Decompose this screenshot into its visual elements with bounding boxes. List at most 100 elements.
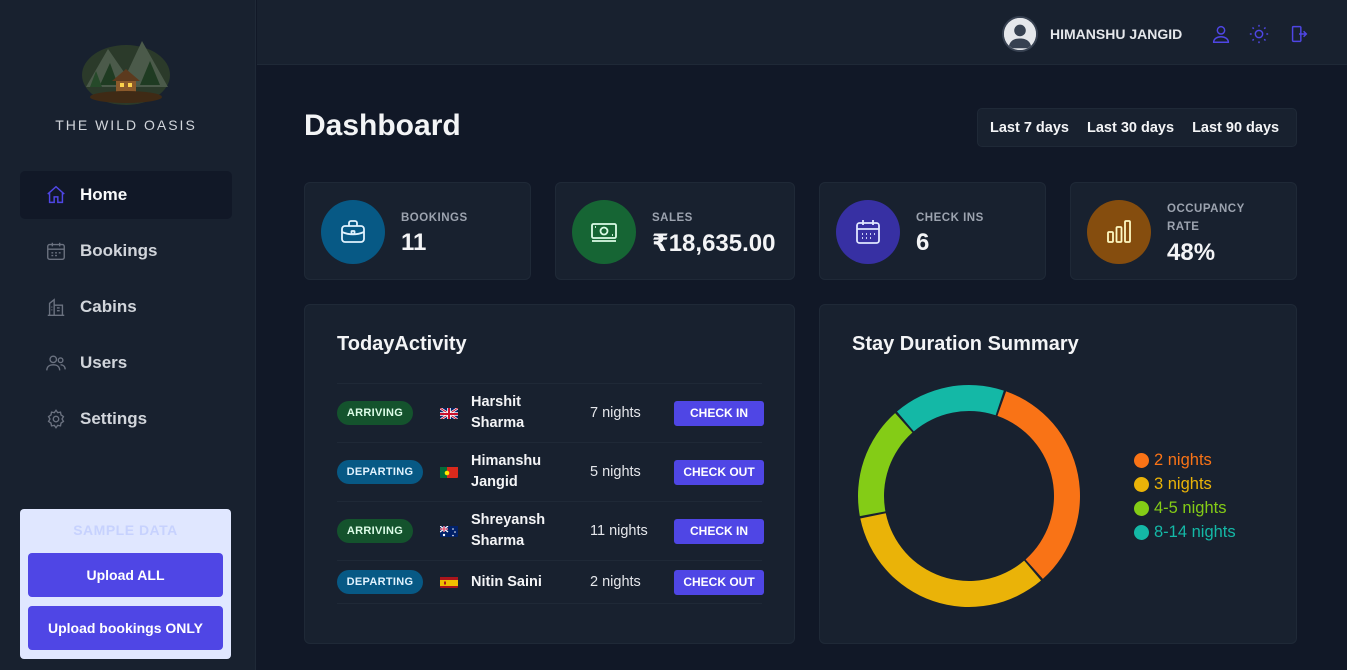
- users-icon: [44, 351, 68, 375]
- today-activity-panel: TodayActivity ARRIVING Harshit Sharma 7 …: [304, 304, 795, 644]
- check-in-button[interactable]: CHECK IN: [674, 518, 764, 544]
- guest-name: Nitin Saini: [471, 572, 571, 593]
- sidebar-item-label: Settings: [80, 409, 148, 428]
- user-icon[interactable]: [1209, 22, 1233, 46]
- guest-last-name: Sharma: [471, 533, 525, 549]
- list-item: ARRIVING Shreyansh Sharma 11 nights CHEC…: [337, 502, 764, 561]
- upload-bookings-button[interactable]: Upload bookings ONLY: [28, 606, 223, 650]
- stat-value: 6: [916, 229, 930, 256]
- guest-first-name: Harshit: [471, 394, 521, 410]
- donut-slice-3-nights[interactable]: [860, 513, 1042, 607]
- check-out-button[interactable]: CHECK OUT: [674, 569, 764, 595]
- nights: 2 nights: [590, 574, 641, 590]
- guest-first-name: Himanshu: [471, 453, 542, 469]
- list-item: ARRIVING Harshit Sharma 7 nights CHECK I…: [337, 384, 764, 443]
- filter-last-30-days[interactable]: Last 30 days: [1079, 112, 1182, 143]
- page-title: Dashboard: [304, 109, 461, 142]
- user-name: HIMANSHU JANGID: [1050, 26, 1183, 42]
- donut-slice-2-nights[interactable]: [997, 391, 1080, 579]
- sidebar-item-label: Bookings: [80, 241, 158, 260]
- list-item: DEPARTING Himanshu Jangid 5 nights CHECK…: [337, 443, 764, 502]
- header: HIMANSHU JANGID: [257, 0, 1347, 65]
- status-badge: DEPARTING: [337, 570, 423, 594]
- check-in-button[interactable]: CHECK IN: [674, 400, 764, 426]
- legend-item: 2 nights: [1134, 448, 1236, 472]
- stat-value: 11: [401, 229, 427, 256]
- banknotes-icon: [572, 200, 636, 264]
- sidebar-item-settings[interactable]: Settings: [20, 395, 232, 443]
- filter-last-90-days[interactable]: Last 90 days: [1184, 112, 1287, 143]
- flag-gb-icon: [440, 407, 458, 419]
- nights: 11 nights: [590, 523, 648, 539]
- stay-duration-title: Stay Duration Summary: [852, 333, 1079, 355]
- guest-name: Himanshu Jangid: [471, 451, 571, 493]
- upload-all-button[interactable]: Upload ALL: [28, 553, 223, 597]
- stat-label-line2: RATE: [1167, 221, 1200, 233]
- sidebar-item-label: Users: [80, 353, 128, 372]
- sidebar: THE WILD OASIS Home Bookings Cabins User…: [0, 0, 256, 670]
- legend-dot: [1134, 476, 1149, 492]
- stat-label: SALES: [652, 212, 693, 224]
- activity-list: ARRIVING Harshit Sharma 7 nights CHECK I…: [337, 383, 764, 604]
- briefcase-icon: [321, 200, 385, 264]
- nights: 5 nights: [590, 464, 641, 480]
- stat-bookings: BOOKINGS 11: [304, 182, 531, 280]
- guest-name: Harshit Sharma: [471, 392, 571, 434]
- guest-name: Shreyansh Sharma: [471, 510, 571, 552]
- sample-data-title: SAMPLE DATA: [73, 522, 178, 538]
- stat-sales: SALES ₹18,635.00: [555, 182, 795, 280]
- sidebar-item-users[interactable]: Users: [20, 339, 232, 387]
- stat-label: BOOKINGS: [401, 212, 468, 224]
- sidebar-item-home[interactable]: Home: [20, 171, 232, 219]
- date-filter: Last 7 days Last 30 days Last 90 days: [977, 108, 1297, 147]
- legend-dot: [1134, 524, 1149, 540]
- brand-name: THE WILD OASIS: [55, 117, 197, 133]
- cabin-icon: [44, 295, 68, 319]
- avatar: [1002, 16, 1038, 52]
- check-out-button[interactable]: CHECK OUT: [674, 459, 764, 485]
- nights: 7 nights: [590, 405, 641, 421]
- legend-label: 4-5 nights: [1154, 498, 1227, 517]
- legend-label: 3 nights: [1154, 474, 1212, 493]
- stat-occupancy: OCCUPANCY RATE 48%: [1070, 182, 1297, 280]
- status-badge: ARRIVING: [337, 519, 413, 543]
- logout-icon[interactable]: [1287, 22, 1311, 46]
- legend-dot: [1134, 500, 1149, 516]
- sample-data-panel: SAMPLE DATA Upload ALL Upload bookings O…: [20, 509, 231, 659]
- stat-label: CHECK INS: [916, 212, 984, 224]
- stat-label: OCCUPANCY: [1167, 203, 1245, 215]
- list-item: DEPARTING Nitin Saini 2 nights CHECK OUT: [337, 561, 764, 604]
- guest-last-name: Sharma: [471, 415, 525, 431]
- stat-check-ins: CHECK INS 6: [819, 182, 1046, 280]
- donut-slice-8-14-nights[interactable]: [896, 385, 1004, 432]
- chart-legend: 2 nights 3 nights 4-5 nights 8-14 nights: [1134, 448, 1236, 544]
- stay-duration-panel: Stay Duration Summary 2 nights 3 nights 4-…: [819, 304, 1297, 644]
- flag-pt-icon: [440, 466, 458, 478]
- legend-label: 8-14 nights: [1154, 522, 1236, 541]
- sun-icon[interactable]: [1247, 22, 1271, 46]
- main-nav: Home Bookings Cabins Users Settings: [20, 171, 232, 451]
- flag-es-icon: [440, 576, 458, 588]
- chart-bar-icon: [1087, 200, 1151, 264]
- donut-chart: [858, 385, 1080, 607]
- status-badge: DEPARTING: [337, 460, 423, 484]
- guest-first-name: Shreyansh: [471, 512, 546, 528]
- legend-item: 4-5 nights: [1134, 496, 1236, 520]
- filter-last-7-days[interactable]: Last 7 days: [982, 112, 1077, 143]
- logo[interactable]: [80, 35, 172, 105]
- sidebar-item-label: Cabins: [80, 297, 137, 316]
- today-activity-title: TodayActivity: [337, 333, 467, 355]
- stat-value: 48%: [1167, 239, 1216, 266]
- home-icon: [44, 183, 68, 207]
- legend-dot: [1134, 452, 1149, 468]
- donut-slice-4-5-nights[interactable]: [858, 413, 913, 517]
- calendar-icon: [44, 239, 68, 263]
- flag-au-icon: [440, 525, 458, 537]
- status-badge: ARRIVING: [337, 401, 413, 425]
- sidebar-item-label: Home: [80, 185, 128, 204]
- legend-item: 8-14 nights: [1134, 520, 1236, 544]
- stat-value: ₹18,635.00: [652, 230, 776, 257]
- legend-item: 3 nights: [1134, 472, 1236, 496]
- sidebar-item-bookings[interactable]: Bookings: [20, 227, 232, 275]
- sidebar-item-cabins[interactable]: Cabins: [20, 283, 232, 331]
